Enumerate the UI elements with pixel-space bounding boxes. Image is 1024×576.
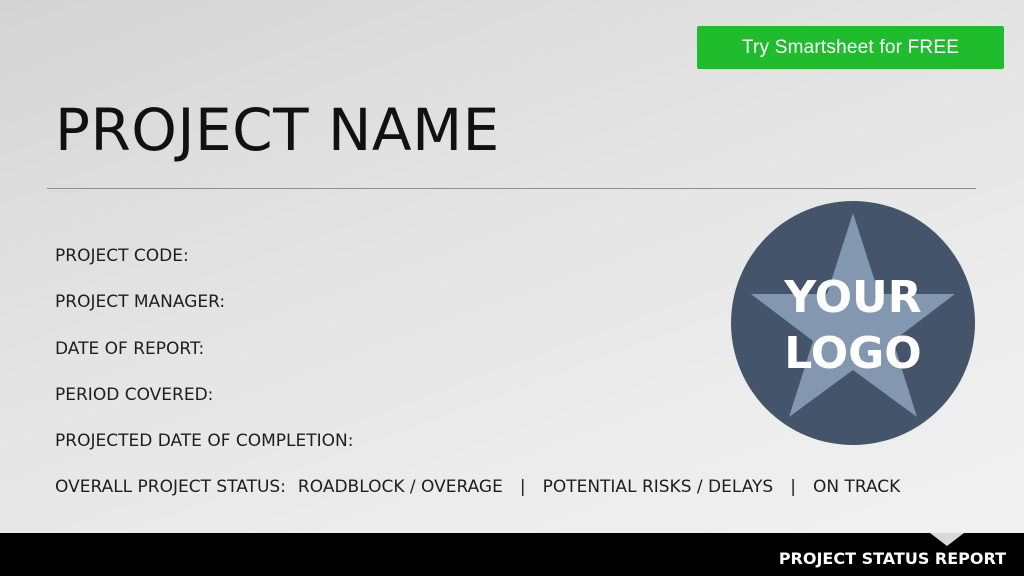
logo-placeholder (731, 201, 975, 445)
projected-completion-label: PROJECTED DATE OF COMPLETION: (55, 431, 354, 451)
status-separator: | (519, 477, 526, 497)
try-smartsheet-button[interactable]: Try Smartsheet for FREE (697, 26, 1004, 69)
overall-status-row: OVERALL PROJECT STATUS: ROADBLOCK / OVERA… (55, 477, 900, 497)
status-separator: | (790, 477, 796, 497)
overall-status-label: OVERALL PROJECT STATUS: (55, 477, 286, 497)
status-option-roadblock: ROADBLOCK / OVERAGE (297, 477, 503, 497)
logo-text-line2: LOGO (784, 328, 922, 379)
project-code-label: PROJECT CODE: (55, 246, 189, 266)
date-of-report-label: DATE OF REPORT: (55, 339, 205, 359)
page-title: PROJECT NAME (55, 96, 500, 164)
status-option-potential-risks: POTENTIAL RISKS / DELAYS (542, 477, 774, 497)
period-covered-label: PERIOD COVERED: (55, 385, 214, 405)
logo-text-line1: YOUR (784, 272, 922, 323)
project-manager-label: PROJECT MANAGER: (55, 292, 226, 312)
footer-notch (930, 533, 964, 546)
status-option-on-track: ON TRACK (812, 477, 901, 497)
title-divider (47, 188, 976, 189)
footer-title: PROJECT STATUS REPORT (778, 549, 1006, 568)
